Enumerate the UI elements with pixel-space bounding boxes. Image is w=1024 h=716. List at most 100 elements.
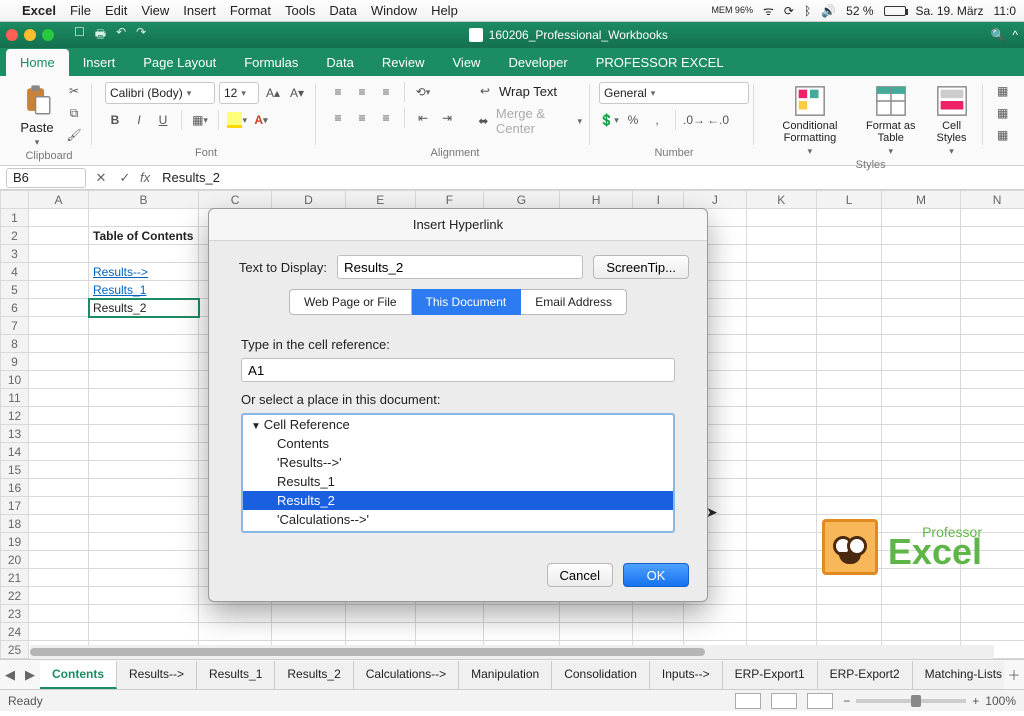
align-center-button[interactable]: ≡ bbox=[352, 109, 372, 127]
col-header[interactable]: C bbox=[199, 191, 272, 209]
cell[interactable] bbox=[89, 515, 199, 533]
menu-file[interactable]: File bbox=[70, 3, 91, 18]
row-header[interactable]: 11 bbox=[1, 389, 29, 407]
cell[interactable] bbox=[89, 317, 199, 335]
col-header[interactable]: E bbox=[345, 191, 416, 209]
cell[interactable] bbox=[960, 479, 1024, 497]
cell[interactable] bbox=[29, 479, 89, 497]
cell[interactable] bbox=[882, 299, 961, 317]
cell[interactable] bbox=[882, 353, 961, 371]
sheet-tab[interactable]: Results_1 bbox=[197, 661, 275, 689]
cell[interactable] bbox=[960, 353, 1024, 371]
cell[interactable] bbox=[89, 623, 199, 641]
cell[interactable] bbox=[89, 245, 199, 263]
tab-email-address[interactable]: Email Address bbox=[521, 289, 627, 315]
cell-styles-button[interactable]: Cell Styles▾ bbox=[928, 82, 976, 159]
cell[interactable] bbox=[746, 317, 817, 335]
font-color-button[interactable]: A▾ bbox=[251, 111, 271, 129]
menu-view[interactable]: View bbox=[141, 3, 169, 18]
cell[interactable] bbox=[882, 407, 961, 425]
qat-redo-icon[interactable]: ↷ bbox=[136, 25, 146, 46]
menu-tools[interactable]: Tools bbox=[285, 3, 315, 18]
cell[interactable] bbox=[89, 533, 199, 551]
col-header[interactable]: G bbox=[483, 191, 559, 209]
cell[interactable] bbox=[29, 605, 89, 623]
screentip-button[interactable]: ScreenTip... bbox=[593, 255, 689, 279]
cell[interactable] bbox=[882, 281, 961, 299]
cell[interactable] bbox=[89, 407, 199, 425]
tree-root[interactable]: Cell Reference bbox=[243, 415, 673, 434]
normal-view-button[interactable] bbox=[735, 693, 761, 709]
cell[interactable] bbox=[633, 605, 684, 623]
delete-cells-button[interactable]: ▦ bbox=[993, 104, 1013, 122]
cell[interactable] bbox=[817, 461, 882, 479]
cell[interactable] bbox=[817, 335, 882, 353]
row-header[interactable]: 4 bbox=[1, 263, 29, 281]
align-middle-button[interactable]: ≡ bbox=[352, 83, 372, 101]
tab-data[interactable]: Data bbox=[312, 49, 367, 76]
cell[interactable] bbox=[746, 461, 817, 479]
cell[interactable] bbox=[29, 569, 89, 587]
minimize-window-button[interactable] bbox=[24, 29, 36, 41]
cell[interactable] bbox=[89, 443, 199, 461]
cell[interactable] bbox=[882, 479, 961, 497]
cell[interactable]: Table of Contents bbox=[89, 227, 199, 245]
cell[interactable] bbox=[345, 605, 416, 623]
row-header[interactable]: 8 bbox=[1, 335, 29, 353]
cell[interactable] bbox=[960, 299, 1024, 317]
volume-icon[interactable]: 🔊 bbox=[821, 4, 836, 18]
cell[interactable] bbox=[746, 479, 817, 497]
cell[interactable] bbox=[29, 407, 89, 425]
cell[interactable] bbox=[882, 425, 961, 443]
tab-page-layout[interactable]: Page Layout bbox=[129, 49, 230, 76]
bold-button[interactable]: B bbox=[105, 111, 125, 129]
row-header[interactable]: 5 bbox=[1, 281, 29, 299]
menu-data[interactable]: Data bbox=[329, 3, 356, 18]
cell[interactable] bbox=[29, 281, 89, 299]
sheet-tab[interactable]: ERP-Export1 bbox=[723, 661, 818, 689]
cell[interactable] bbox=[746, 497, 817, 515]
tree-item-selected[interactable]: Results_2 bbox=[243, 491, 673, 510]
cell[interactable] bbox=[817, 605, 882, 623]
comma-button[interactable]: , bbox=[647, 111, 667, 129]
zoom-window-button[interactable] bbox=[42, 29, 54, 41]
qat-undo-icon[interactable]: ↶ bbox=[116, 25, 126, 46]
cell[interactable] bbox=[960, 389, 1024, 407]
fx-icon[interactable]: fx bbox=[140, 170, 150, 185]
col-header[interactable]: N bbox=[960, 191, 1024, 209]
font-size-dropdown[interactable]: 12▾ bbox=[219, 82, 259, 104]
cell[interactable] bbox=[559, 623, 632, 641]
cell[interactable]: Results--> bbox=[89, 263, 199, 281]
cell[interactable] bbox=[272, 605, 345, 623]
row-header[interactable]: 3 bbox=[1, 245, 29, 263]
merge-center-button[interactable]: ⬌Merge & Center▾ bbox=[475, 106, 582, 136]
align-bottom-button[interactable]: ≡ bbox=[376, 83, 396, 101]
cell[interactable] bbox=[746, 623, 817, 641]
zoom-control[interactable]: −+ 100% bbox=[843, 694, 1016, 708]
cell[interactable] bbox=[89, 389, 199, 407]
cell[interactable] bbox=[960, 587, 1024, 605]
name-box[interactable]: B6 bbox=[6, 168, 86, 188]
cell[interactable] bbox=[89, 209, 199, 227]
cell[interactable] bbox=[29, 515, 89, 533]
cell[interactable] bbox=[746, 371, 817, 389]
cell[interactable] bbox=[29, 623, 89, 641]
cell[interactable] bbox=[746, 515, 817, 533]
cell[interactable] bbox=[199, 623, 272, 641]
cell[interactable] bbox=[746, 569, 817, 587]
cell[interactable] bbox=[960, 497, 1024, 515]
cell[interactable] bbox=[882, 461, 961, 479]
cell[interactable] bbox=[89, 587, 199, 605]
ok-button[interactable]: OK bbox=[623, 563, 689, 587]
conditional-formatting-button[interactable]: Conditional Formatting▾ bbox=[766, 82, 854, 159]
cell[interactable] bbox=[882, 443, 961, 461]
cell[interactable] bbox=[29, 209, 89, 227]
cell[interactable] bbox=[89, 371, 199, 389]
cell[interactable] bbox=[882, 389, 961, 407]
sheet-tab[interactable]: ERP-Export2 bbox=[818, 661, 913, 689]
fill-color-button[interactable]: ▾ bbox=[227, 111, 247, 129]
col-header[interactable]: J bbox=[684, 191, 746, 209]
row-header[interactable]: 15 bbox=[1, 461, 29, 479]
insert-cells-button[interactable]: ▦ bbox=[993, 82, 1013, 100]
sheet-tab[interactable]: Results--> bbox=[117, 661, 197, 689]
